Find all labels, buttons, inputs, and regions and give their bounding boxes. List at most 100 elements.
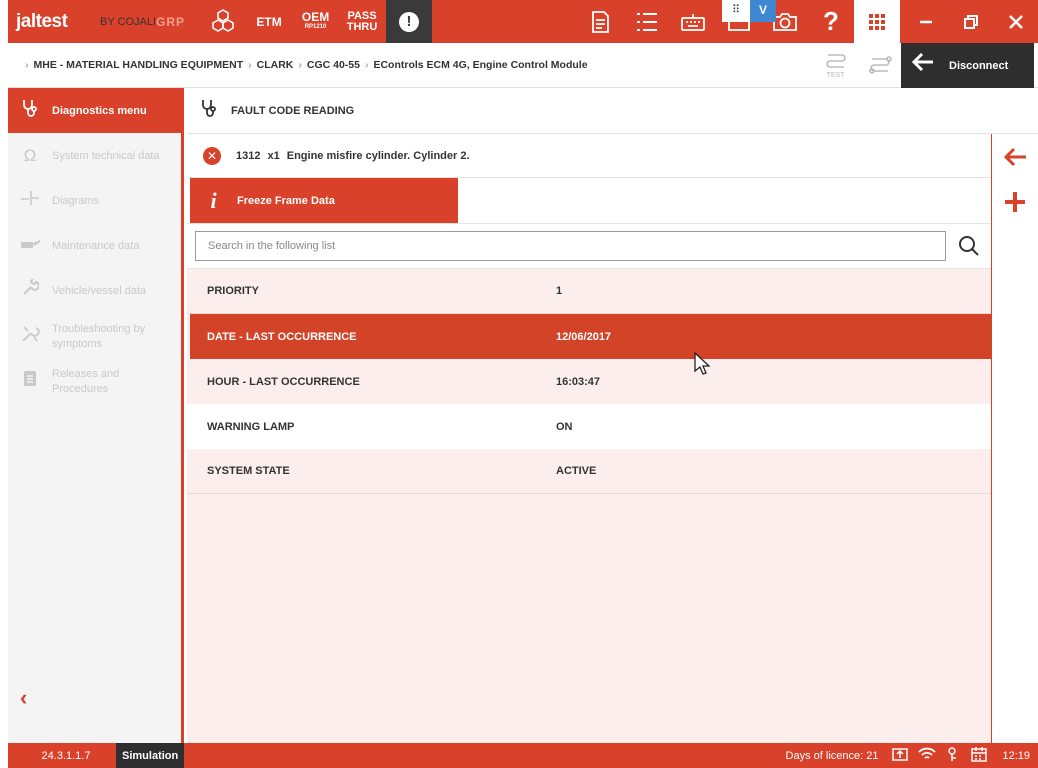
tab-bar: i Freeze Frame Data xyxy=(187,178,991,224)
report-icon[interactable] xyxy=(578,0,624,43)
breadcrumb-item[interactable]: CGC 40-55 xyxy=(307,59,360,71)
back-arrow-icon[interactable] xyxy=(992,134,1038,179)
connector-icon[interactable] xyxy=(858,54,903,78)
battery-icon xyxy=(888,747,914,764)
breadcrumb-item[interactable]: EControls ECM 4G, Engine Control Module xyxy=(373,59,587,71)
sidebar-item-diagrams[interactable]: Diagrams xyxy=(8,178,181,223)
wrench-icon xyxy=(8,278,52,302)
chevron-right-icon: › xyxy=(25,59,29,71)
apps-grid-icon[interactable] xyxy=(854,0,900,43)
version-label: 24.3.1.1.7 xyxy=(41,749,91,762)
diagram-icon xyxy=(8,189,52,212)
sidebar-item-label: Maintenance data xyxy=(52,239,140,252)
tab-freeze-frame-data[interactable]: i Freeze Frame Data xyxy=(190,178,458,223)
sidebar-item-troubleshooting[interactable]: Troubleshooting by symptoms xyxy=(8,313,181,358)
sidebar-item-label: Releases and Procedures xyxy=(52,368,120,395)
calendar-icon[interactable] xyxy=(966,746,992,765)
clock-time: 12:19 xyxy=(1002,749,1030,762)
document-stack-icon xyxy=(8,367,52,389)
omega-icon: Ω xyxy=(23,145,37,165)
alert-button[interactable]: ! xyxy=(386,0,433,43)
stethoscope-icon xyxy=(8,98,52,123)
chevron-right-icon: › xyxy=(364,59,369,71)
page-header: FAULT CODE READING xyxy=(187,88,1038,134)
row-key: WARNING LAMP xyxy=(207,420,295,433)
chevron-right-icon: › xyxy=(298,59,302,71)
sidebar-item-label: Diagrams xyxy=(52,194,100,207)
table-row-selected[interactable]: DATE - LAST OCCURRENCE 12/06/2017 xyxy=(190,314,991,359)
table-row[interactable]: SYSTEM STATE ACTIVE xyxy=(187,449,991,494)
breadcrumb: › MHE - MATERIAL HANDLING EQUIPMENT › CL… xyxy=(8,59,588,71)
collapse-sidebar-icon[interactable]: ‹ xyxy=(20,685,27,711)
breadcrumb-bar: › MHE - MATERIAL HANDLING EQUIPMENT › CL… xyxy=(8,43,1038,88)
search-row xyxy=(187,224,991,269)
help-icon[interactable]: ? xyxy=(808,0,854,43)
freeze-frame-table: PRIORITY 1 DATE - LAST OCCURRENCE 12/06/… xyxy=(187,269,991,494)
minimize-icon[interactable] xyxy=(903,0,948,43)
row-value: 12/06/2017 xyxy=(556,330,612,343)
cubes-icon[interactable] xyxy=(201,8,245,35)
logo-subtext: BY COJALI xyxy=(100,15,157,28)
fault-count: x1 xyxy=(267,149,280,162)
floating-mini-toolbar: ⠿ V xyxy=(722,0,782,22)
row-value: 1 xyxy=(556,285,563,297)
info-icon: i xyxy=(210,187,217,213)
sidebar-item-diagnostics-menu[interactable]: Diagnostics menu xyxy=(8,88,181,133)
mini-check-button[interactable]: V xyxy=(750,0,776,22)
sidebar-item-label: Troubleshooting by symptoms xyxy=(52,323,146,350)
breadcrumb-item[interactable]: CLARK xyxy=(257,59,294,71)
sidebar-active-label: Diagnostics menu xyxy=(52,104,147,117)
row-key: SYSTEM STATE xyxy=(207,465,290,477)
oil-can-icon xyxy=(8,236,52,256)
row-key: HOUR - LAST OCCURRENCE xyxy=(207,375,360,388)
grp-button[interactable]: GRP xyxy=(156,15,201,29)
fault-code-row[interactable]: ✕ 1312 x1 Engine misfire cylinder. Cylin… xyxy=(187,134,991,178)
close-icon[interactable] xyxy=(993,0,1038,43)
sidebar-item-maintenance-data[interactable]: Maintenance data xyxy=(8,223,181,268)
alert-icon: ! xyxy=(399,11,420,32)
search-icon[interactable] xyxy=(946,224,991,269)
right-action-rail xyxy=(991,134,1038,743)
fault-description: Engine misfire cylinder. Cylinder 2. xyxy=(286,149,470,162)
restore-icon[interactable] xyxy=(948,0,993,43)
disconnect-button[interactable]: Disconnect xyxy=(901,43,1034,88)
jaltest-logo: jaltest xyxy=(8,11,100,33)
window-controls xyxy=(903,0,1038,43)
pass-thru-button[interactable]: PASS THRU xyxy=(338,10,386,33)
etm-button[interactable]: ETM xyxy=(245,15,293,29)
test-icon[interactable]: TEST xyxy=(813,52,858,80)
test-label: TEST xyxy=(826,71,845,79)
oem-sublabel: RP1210 xyxy=(304,23,327,30)
row-key: DATE - LAST OCCURRENCE xyxy=(207,330,357,343)
row-value: 16:03:47 xyxy=(556,375,601,388)
mouse-cursor-icon xyxy=(694,351,711,379)
fault-detail-panel: ✕ 1312 x1 Engine misfire cylinder. Cylin… xyxy=(187,134,991,743)
thru-label: THRU xyxy=(346,20,378,33)
crumb-tools: TEST xyxy=(813,43,903,88)
sidebar-item-releases-procedures[interactable]: Releases and Procedures xyxy=(8,358,181,403)
list-icon[interactable] xyxy=(624,0,670,43)
keyboard-icon[interactable] xyxy=(670,0,716,43)
row-key: PRIORITY xyxy=(207,285,259,297)
simulation-badge: Simulation xyxy=(116,743,185,768)
search-input[interactable] xyxy=(195,231,946,261)
table-row[interactable]: PRIORITY 1 xyxy=(187,269,991,314)
page-title: FAULT CODE READING xyxy=(231,104,355,117)
row-value: ON xyxy=(556,420,573,433)
table-row[interactable]: HOUR - LAST OCCURRENCE 16:03:47 xyxy=(187,359,991,404)
add-icon[interactable] xyxy=(992,179,1038,224)
disconnect-label: Disconnect xyxy=(949,59,1009,72)
sidebar-item-vehicle-vessel-data[interactable]: Vehicle/vessel data xyxy=(8,268,181,313)
sidebar-item-label: Vehicle/vessel data xyxy=(52,284,147,297)
sidebar-item-system-technical-data[interactable]: Ω System technical data xyxy=(8,133,181,178)
wifi-icon xyxy=(914,747,940,764)
oem-button[interactable]: OEM RP1210 xyxy=(293,11,338,32)
status-right-group: Days of licence: 21 12:19 xyxy=(786,743,1030,768)
mini-grid-icon[interactable]: ⠿ xyxy=(722,0,750,22)
row-value: ACTIVE xyxy=(556,465,597,477)
table-row[interactable]: WARNING LAMP ON xyxy=(187,404,991,449)
arrow-left-icon xyxy=(911,51,935,79)
logo-text: jaltest xyxy=(16,10,68,32)
user-key-icon xyxy=(940,746,966,765)
breadcrumb-item[interactable]: MHE - MATERIAL HANDLING EQUIPMENT xyxy=(34,59,244,71)
